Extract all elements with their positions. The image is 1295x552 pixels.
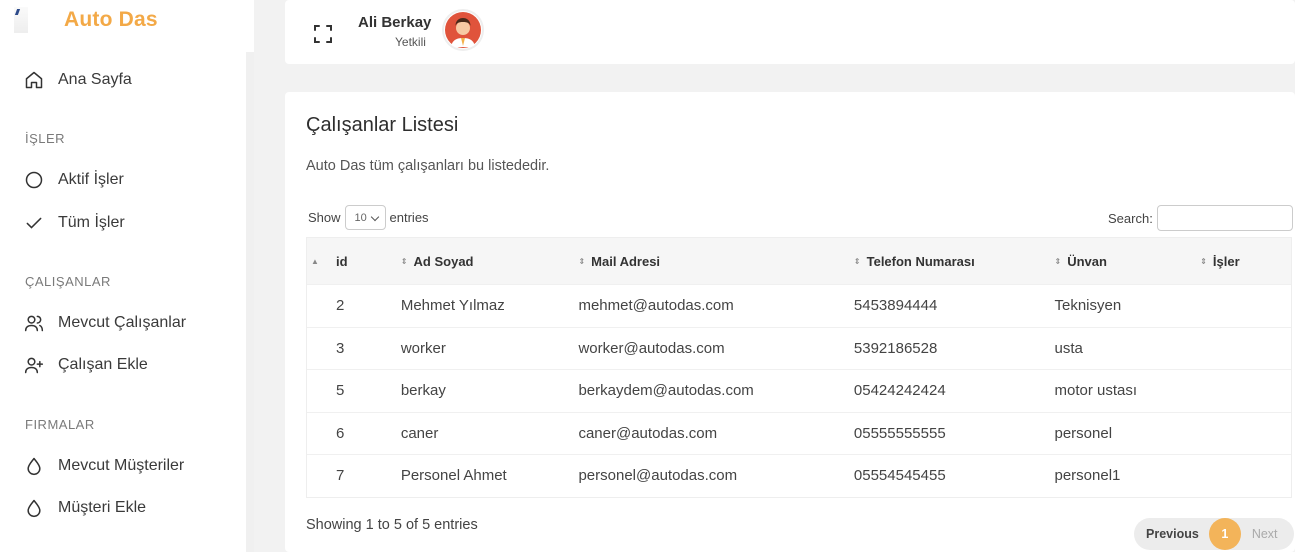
cell-phone: 05555555555 bbox=[853, 424, 946, 442]
sidebar: Auto Das Ana Sayfa İŞLER Aktif İşler Tüm… bbox=[0, 0, 254, 552]
search-label: Search: bbox=[1108, 210, 1153, 226]
cell-phone: 5392186528 bbox=[853, 339, 938, 357]
next-button[interactable]: Next bbox=[1252, 527, 1278, 541]
sidebar-item-label: Mevcut Çalışanlar bbox=[58, 314, 187, 331]
sort-icon: ⇕ bbox=[1054, 256, 1062, 266]
column-header-ad-soyad[interactable]: ⇕ Ad Soyad bbox=[401, 238, 579, 284]
search-input[interactable] bbox=[1156, 205, 1293, 231]
table-row[interactable]: 5 berkay berkaydem@autodas.com 054242424… bbox=[307, 369, 1291, 412]
users-icon bbox=[24, 313, 44, 333]
sidebar-item-label: Tüm İşler bbox=[58, 214, 125, 231]
droplet-icon bbox=[24, 498, 44, 518]
sidebar-section-calisanlar: ÇALIŞANLAR bbox=[25, 274, 111, 289]
employees-table: ▲︎ id ⇕ Ad Soyad ⇕ Mail Adresi ⇕ Telefon Nu… bbox=[306, 237, 1292, 498]
column-header-mail[interactable]: ⇕ Mail Adresi bbox=[578, 238, 853, 284]
cell-mail: berkaydem@autodas.com bbox=[578, 382, 754, 400]
sidebar-item-aktif-isler[interactable]: Aktif İşler bbox=[24, 168, 124, 192]
cell-mail: personel@autodas.com bbox=[578, 467, 738, 485]
cell-id: 2 bbox=[335, 297, 345, 315]
page-title: Çalışanlar Listesi bbox=[306, 114, 459, 136]
sort-icon: ⇕ bbox=[400, 256, 408, 266]
avatar[interactable] bbox=[444, 11, 482, 49]
cell-id: 5 bbox=[335, 382, 345, 400]
sort-icon[interactable]: ▲︎ bbox=[307, 238, 336, 284]
column-header-unvan[interactable]: ⇕ Ünvan bbox=[1055, 238, 1201, 284]
page-size-select[interactable]: 10 bbox=[344, 205, 386, 230]
column-header-id[interactable]: id bbox=[336, 238, 401, 284]
cell-title: motor ustası bbox=[1054, 382, 1138, 400]
cell-jobs bbox=[1200, 455, 1291, 497]
sidebar-item-tum-isler[interactable]: Tüm İşler bbox=[24, 211, 125, 235]
sort-icon: ⇕ bbox=[1200, 256, 1207, 266]
sidebar-item-label: Çalışan Ekle bbox=[58, 356, 148, 373]
sidebar-item-musteri-ekle[interactable]: Müşteri Ekle bbox=[24, 496, 146, 520]
cell-mail: mehmet@autodas.com bbox=[578, 297, 734, 315]
circle-icon bbox=[24, 170, 44, 190]
table-row[interactable]: 3 worker worker@autodas.com 5392186528 u… bbox=[307, 326, 1291, 370]
show-label: Show bbox=[308, 210, 341, 225]
cell-name: worker bbox=[400, 339, 446, 357]
page-description: Auto Das tüm çalışanları bu listededir. bbox=[306, 158, 550, 174]
pagination: Previous 1 Next bbox=[1134, 518, 1294, 550]
sidebar-item-label: Mevcut Müşteriler bbox=[58, 457, 185, 474]
cell-jobs bbox=[1200, 370, 1291, 412]
cell-mail: worker@autodas.com bbox=[578, 339, 725, 357]
sort-icon: ⇕ bbox=[853, 256, 861, 266]
cell-mail: caner@autodas.com bbox=[578, 424, 718, 442]
cell-id: 7 bbox=[335, 467, 345, 485]
cell-title: usta bbox=[1054, 339, 1083, 357]
cell-title: Teknisyen bbox=[1054, 297, 1122, 315]
table-header: ▲︎ id ⇕ Ad Soyad ⇕ Mail Adresi ⇕ Telefon Nu… bbox=[307, 238, 1291, 284]
app-title: Auto Das bbox=[64, 8, 158, 31]
page-button-current[interactable]: 1 bbox=[1208, 518, 1241, 550]
column-header-isler[interactable]: ⇕ İşler bbox=[1200, 238, 1291, 284]
check-icon bbox=[24, 213, 44, 233]
brand[interactable]: Auto Das bbox=[14, 6, 158, 34]
cell-title: personel1 bbox=[1054, 467, 1121, 485]
sidebar-section-isler: İŞLER bbox=[25, 131, 66, 146]
user-plus-icon bbox=[24, 355, 44, 375]
fullscreen-icon[interactable] bbox=[313, 24, 333, 44]
cell-title: personel bbox=[1054, 424, 1113, 442]
sidebar-item-label: Aktif İşler bbox=[58, 171, 124, 188]
sidebar-item-mevcut-calisanlar[interactable]: Mevcut Çalışanlar bbox=[24, 311, 186, 335]
droplet-icon bbox=[24, 456, 44, 476]
sidebar-scrollbar[interactable] bbox=[246, 52, 254, 552]
cell-name: caner bbox=[400, 424, 439, 442]
cell-jobs bbox=[1200, 328, 1291, 370]
sort-icon: ⇕ bbox=[578, 256, 586, 266]
cell-name: berkay bbox=[400, 382, 446, 400]
cell-name: Personel Ahmet bbox=[400, 467, 507, 485]
brand-logo bbox=[14, 7, 28, 33]
cell-name: Mehmet Yılmaz bbox=[400, 297, 505, 315]
table-row[interactable]: 2 Mehmet Yılmaz mehmet@autodas.com 54538… bbox=[307, 284, 1291, 327]
table-row[interactable]: 7 Personel Ahmet personel@autodas.com 05… bbox=[307, 454, 1291, 497]
cell-id: 6 bbox=[335, 424, 345, 442]
cell-jobs bbox=[1200, 285, 1291, 327]
cell-phone: 5453894444 bbox=[853, 297, 938, 315]
employees-card: Çalışanlar Listesi Auto Das tüm çalışanl… bbox=[285, 92, 1295, 552]
sidebar-item-calisan-ekle[interactable]: Çalışan Ekle bbox=[24, 353, 148, 377]
sidebar-item-label: Müşteri Ekle bbox=[58, 499, 147, 516]
table-search: Search: bbox=[1108, 205, 1293, 231]
sidebar-item-mevcut-musteriler[interactable]: Mevcut Müşteriler bbox=[24, 454, 184, 478]
home-icon bbox=[24, 70, 44, 90]
show-entries: Show 10 entries bbox=[308, 205, 429, 230]
cell-jobs bbox=[1200, 413, 1291, 455]
cell-phone: 05554545455 bbox=[853, 467, 946, 485]
sidebar-item-label: Ana Sayfa bbox=[58, 71, 132, 88]
table-row[interactable]: 6 caner caner@autodas.com 05555555555 pe… bbox=[307, 411, 1291, 455]
topbar: Ali Berkay Yetkili bbox=[285, 0, 1295, 64]
sidebar-item-ana-sayfa[interactable]: Ana Sayfa bbox=[24, 68, 132, 92]
user-role: Yetkili bbox=[395, 35, 426, 49]
cell-id: 3 bbox=[335, 339, 345, 357]
sidebar-section-firmalar: FIRMALAR bbox=[25, 417, 95, 432]
entries-label: entries bbox=[389, 210, 429, 225]
previous-button[interactable]: Previous bbox=[1146, 527, 1199, 541]
cell-phone: 05424242424 bbox=[853, 382, 946, 400]
user-name[interactable]: Ali Berkay bbox=[358, 14, 431, 31]
table-info: Showing 1 to 5 of 5 entries bbox=[306, 517, 478, 533]
column-header-telefon[interactable]: ⇕ Telefon Numarası bbox=[854, 238, 1055, 284]
